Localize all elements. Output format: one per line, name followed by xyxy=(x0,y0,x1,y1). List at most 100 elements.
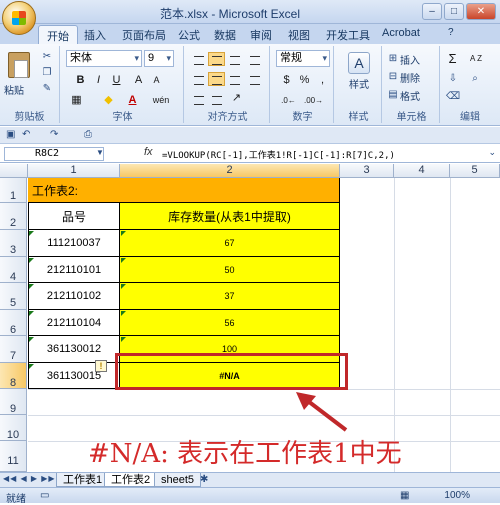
percent-button[interactable]: % xyxy=(296,72,313,89)
close-button[interactable]: ✕ xyxy=(466,3,496,20)
align-left-button[interactable] xyxy=(190,72,207,86)
tab-data[interactable]: 数据 xyxy=(214,27,236,43)
currency-button[interactable]: $ xyxy=(278,72,295,89)
header-qty-cell[interactable]: 库存数量(从表1中提取) xyxy=(120,203,340,230)
sheet-tab-2[interactable]: 工作表2 xyxy=(104,473,158,487)
qty-cell[interactable]: 37 xyxy=(120,283,340,310)
cut-icon[interactable]: ✂ xyxy=(40,50,54,64)
font-name-combo[interactable]: 宋体 xyxy=(66,50,142,67)
number-format-combo[interactable]: 常规 xyxy=(276,50,330,67)
sheet-tab-3[interactable]: sheet5 xyxy=(154,473,202,487)
print-preview-icon[interactable]: ⎙ xyxy=(84,129,92,140)
expand-formula-icon[interactable]: ⌄ xyxy=(488,147,496,158)
macro-record-icon[interactable]: ▭ xyxy=(40,490,49,501)
row-header-2[interactable]: 2 xyxy=(0,203,27,230)
styles-button[interactable]: A 样式 xyxy=(346,52,372,91)
save-icon[interactable]: ▣ xyxy=(6,129,15,140)
align-right-button[interactable] xyxy=(226,72,243,86)
copy-icon[interactable]: ❐ xyxy=(40,66,54,80)
paste-button[interactable]: 粘贴 xyxy=(4,82,24,97)
fill-icon[interactable]: ⇩ xyxy=(446,72,460,86)
column-header-1[interactable]: 1 xyxy=(28,164,120,178)
formula-input[interactable]: =VLOOKUP(RC[-1],工作表1!R[-1]C[-1]:R[7]C,2,… xyxy=(162,148,395,161)
sheet-nav-icons[interactable]: ◀◀ ◀ ▶ ▶▶ xyxy=(3,474,56,483)
align-center-button[interactable] xyxy=(208,72,225,86)
row-header-3[interactable]: 3 xyxy=(0,230,27,257)
new-sheet-icon[interactable]: ✱ xyxy=(200,474,208,485)
select-all-corner[interactable] xyxy=(0,164,28,178)
column-header-3[interactable]: 3 xyxy=(340,164,394,178)
tab-developer[interactable]: 开发工具 xyxy=(326,27,370,43)
code-cell[interactable]: 361130012 xyxy=(28,336,120,363)
code-cell[interactable]: 212110101 xyxy=(28,257,120,283)
tab-formulas[interactable]: 公式 xyxy=(178,27,200,43)
merge-center-button[interactable] xyxy=(246,72,263,86)
phonetic-button[interactable]: wén xyxy=(148,92,174,109)
orientation-icon[interactable]: ↗ xyxy=(228,90,245,107)
format-button[interactable]: 格式 xyxy=(400,88,420,103)
name-box[interactable]: R8C2 xyxy=(4,147,104,161)
find-icon[interactable]: ⌕ xyxy=(468,72,482,86)
sheet-title-cell[interactable]: 工作表2: xyxy=(28,178,340,203)
qty-cell[interactable]: 67 xyxy=(120,230,340,257)
sheet-tab-1[interactable]: 工作表1 xyxy=(56,473,110,487)
font-size-combo[interactable]: 9 xyxy=(144,50,174,67)
redo-icon[interactable]: ↷ xyxy=(50,129,58,140)
error-smart-tag-icon[interactable]: ! xyxy=(95,360,107,372)
bold-button[interactable]: B xyxy=(72,72,89,89)
office-button[interactable] xyxy=(2,1,36,35)
row-header-6[interactable]: 6 xyxy=(0,310,27,336)
zoom-level[interactable]: 100% xyxy=(444,490,470,501)
row-header-9[interactable]: 9 xyxy=(0,389,27,415)
decrease-indent-button[interactable] xyxy=(190,92,207,106)
format-painter-icon[interactable]: ✎ xyxy=(40,82,54,96)
row-header-1[interactable]: 1 xyxy=(0,178,27,203)
comma-button[interactable]: , xyxy=(314,72,331,89)
autosum-button[interactable]: Σ xyxy=(444,50,461,67)
row-header-10[interactable]: 10 xyxy=(0,415,27,441)
wrap-text-button[interactable] xyxy=(246,52,263,66)
help-icon[interactable]: ? xyxy=(448,27,454,38)
qty-cell[interactable]: 50 xyxy=(120,257,340,283)
header-code-cell[interactable]: 品号 xyxy=(28,203,120,230)
insert-button[interactable]: 插入 xyxy=(400,52,420,67)
tab-home[interactable]: 开始 xyxy=(38,25,78,44)
undo-icon[interactable]: ↶ xyxy=(22,129,30,140)
tab-acrobat[interactable]: Acrobat xyxy=(382,27,420,39)
row-header-5[interactable]: 5 xyxy=(0,283,27,310)
insert-function-button[interactable]: fx xyxy=(144,146,153,158)
row-header-7[interactable]: 7 xyxy=(0,336,27,363)
increase-indent-button[interactable] xyxy=(208,92,225,106)
align-bottom-button[interactable] xyxy=(226,52,243,66)
column-header-2[interactable]: 2 xyxy=(120,164,340,178)
tab-page-layout[interactable]: 页面布局 xyxy=(122,27,166,43)
tab-insert[interactable]: 插入 xyxy=(84,27,106,43)
align-top-button[interactable] xyxy=(190,52,207,66)
font-color-button[interactable]: A xyxy=(124,92,141,109)
tab-review[interactable]: 审阅 xyxy=(250,27,272,43)
tab-view[interactable]: 视图 xyxy=(288,27,310,43)
code-cell[interactable]: 212110104 xyxy=(28,310,120,336)
view-normal-icon[interactable]: ▦ xyxy=(400,490,409,501)
worksheet-grid[interactable]: 1 2 3 4 5 1 2 3 4 5 6 7 8 9 10 11 工作表2: … xyxy=(0,164,500,472)
code-cell[interactable]: 212110102 xyxy=(28,283,120,310)
sort-filter-button[interactable]: A Z xyxy=(464,50,488,67)
column-header-4[interactable]: 4 xyxy=(394,164,450,178)
clear-icon[interactable]: ⌫ xyxy=(446,90,460,104)
decrease-decimal-icon[interactable]: .00→ xyxy=(304,92,323,109)
increase-decimal-icon[interactable]: .0← xyxy=(280,92,297,109)
row-header-8[interactable]: 8 xyxy=(0,363,27,389)
shrink-font-button[interactable]: A xyxy=(148,72,165,89)
row-header-4[interactable]: 4 xyxy=(0,257,27,283)
minimize-button[interactable]: – xyxy=(422,3,442,20)
delete-button[interactable]: 删除 xyxy=(400,70,420,85)
grow-font-button[interactable]: A xyxy=(130,72,147,89)
fill-color-button[interactable]: ◆ xyxy=(100,92,117,109)
code-cell[interactable]: 111210037 xyxy=(28,230,120,257)
name-box-dropdown-icon[interactable]: ▼ xyxy=(96,148,104,157)
column-header-5[interactable]: 5 xyxy=(450,164,500,178)
maximize-button[interactable]: □ xyxy=(444,3,464,20)
row-header-11[interactable]: 11 xyxy=(0,441,27,472)
paste-icon[interactable] xyxy=(8,52,30,78)
qty-cell[interactable]: 56 xyxy=(120,310,340,336)
